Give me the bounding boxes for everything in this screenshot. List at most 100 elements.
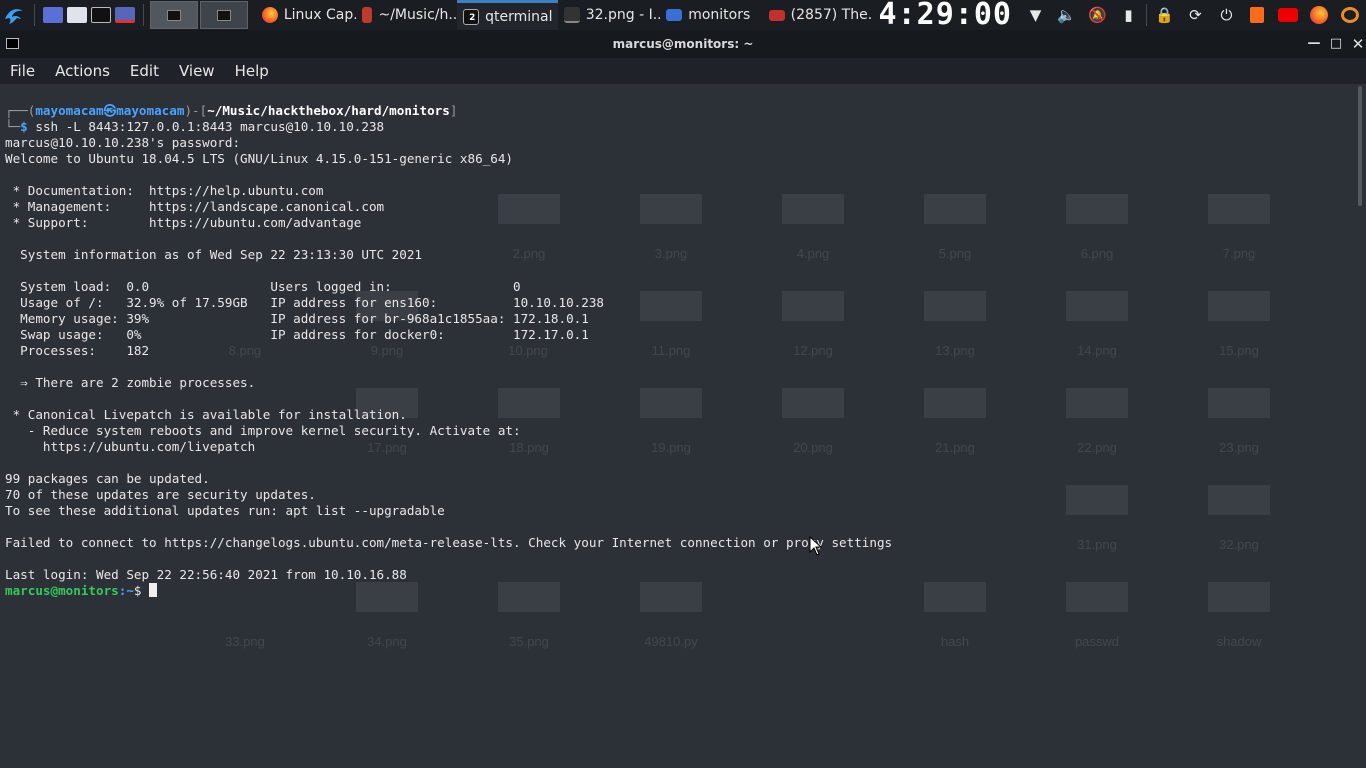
ghost-file-label: 6.png [1080, 246, 1114, 261]
terminal-output-line: Processes: 182 [5, 343, 150, 358]
workspace-1[interactable] [149, 1, 198, 29]
terminal-output-line: To see these additional updates run: apt… [5, 503, 445, 518]
power-icon[interactable]: ⏻ [1211, 0, 1242, 30]
task-image-viewer[interactable]: 32.png - I... [558, 0, 660, 30]
terminal-output-line: Memory usage: 39% IP address for br-968a… [5, 311, 589, 326]
prompt-user: mayomacam [35, 103, 104, 118]
image-viewer-icon [563, 7, 580, 23]
task-file-manager[interactable]: monitors [660, 0, 762, 30]
ghost-file-thumbnail [1208, 485, 1270, 515]
menu-edit[interactable]: Edit [120, 62, 169, 80]
ghost-file-thumbnail [1066, 194, 1128, 224]
task-label: Linux Cap... [283, 7, 357, 23]
terminal-output-line: 70 of these updates are security updates… [5, 487, 316, 502]
workspace-2[interactable] [199, 1, 248, 29]
terminal-output-line: Welcome to Ubuntu 18.04.5 LTS (GNU/Linux… [5, 151, 513, 166]
task-label: 32.png - I... [585, 7, 661, 23]
ghost-file-label: 22.png [1077, 440, 1117, 455]
task-label: (2857) The... [790, 7, 873, 23]
ghost-file-label: 33.png [225, 634, 265, 649]
terminal-output-line: System load: 0.0 Users logged in: 0 [5, 279, 521, 294]
ghost-file-label: 14.png [1077, 343, 1117, 358]
prompt-at-symbol: ㉿ [103, 103, 117, 118]
lock-icon[interactable]: 🔒 [1149, 0, 1180, 30]
burpsuite-icon[interactable] [1242, 0, 1273, 30]
screen-recorder-icon[interactable] [113, 0, 137, 30]
terminal-output: ┌──(mayomacam㉿mayomacam)-[~/Music/hackth… [5, 103, 892, 599]
minimize-button[interactable]: — [1304, 34, 1324, 54]
terminal-output-line [5, 231, 892, 247]
menu-help[interactable]: Help [225, 62, 279, 80]
terminal-output-line: * Documentation: https://help.ubuntu.com [5, 183, 324, 198]
panel-clock[interactable]: 4:29:00 [879, 0, 1012, 30]
menu-file[interactable]: File [0, 62, 45, 80]
terminal-output-line: Usage of /: 32.9% of 17.59GB IP address … [5, 295, 604, 310]
terminal-output-line: Last login: Wed Sep 22 22:56:40 2021 fro… [5, 567, 407, 582]
terminal-scrollbar[interactable] [1358, 86, 1362, 206]
maximize-button[interactable]: □ [1326, 34, 1346, 54]
task-firefox[interactable]: Linux Cap... [256, 0, 357, 30]
ghost-file-thumbnail [1208, 582, 1270, 612]
ghost-file-thumbnail [924, 582, 986, 612]
wifi-icon[interactable]: ▼ [1020, 0, 1051, 30]
task-qterminal[interactable]: 2 qterminal [457, 0, 558, 30]
menu-view[interactable]: View [169, 62, 225, 80]
text-cursor [149, 583, 158, 597]
terminal-area[interactable]: 2.png 3.png 4.png 5.png 6.png 7.png 9.png 11.pn… [0, 84, 1366, 768]
kali-menu-icon[interactable] [0, 0, 28, 30]
window-titlebar[interactable]: marcus@monitors: ~ — □ ✕ [0, 30, 1366, 58]
ghost-file-label: 31.png [1077, 537, 1117, 552]
notifications-muted-icon[interactable]: 🔕 [1082, 0, 1113, 30]
terminal-output-line: marcus@10.10.10.238's password: [5, 135, 241, 150]
terminal-output-line: * Canonical Livepatch is available for i… [5, 407, 407, 422]
folder-icon [666, 9, 683, 21]
ghost-file-thumbnail [924, 194, 986, 224]
terminal-output-line: System information as of Wed Sep 22 23:1… [5, 247, 423, 262]
terminal-output-line [5, 455, 892, 471]
terminal-output-line: * Support: https://ubuntu.com/advantage [5, 215, 362, 230]
terminal-launcher-icon[interactable] [89, 0, 113, 30]
ghost-file-label: 15.png [1219, 343, 1259, 358]
refresh-icon[interactable]: ⟳ [1180, 0, 1211, 30]
ghost-file-label: 23.png [1219, 440, 1259, 455]
terminal-output-line: Swap usage: 0% IP address for docker0: 1… [5, 327, 589, 342]
menu-actions[interactable]: Actions [45, 62, 120, 80]
prompt-line-2: └─$ ssh -L 8443:127.0.0.1:8443 marcus@10… [5, 119, 385, 134]
volume-icon[interactable]: 🔈 [1051, 0, 1082, 30]
text-editor-icon [362, 7, 373, 23]
prompt-path: ~/Music/hackthebox/hard/monitors [207, 103, 450, 118]
ghost-file-thumbnail [924, 388, 986, 418]
task-label: monitors [688, 7, 751, 23]
terminal-output-line: ⇒ There are 2 zombie processes. [5, 375, 256, 390]
ghost-file-label: passwd [1074, 634, 1120, 649]
youtube-tray-icon[interactable] [1273, 0, 1304, 30]
window-title: marcus@monitors: ~ [612, 37, 754, 51]
mouse-pointer-icon [809, 536, 823, 556]
terminal-output-line: 99 packages can be updated. [5, 471, 210, 486]
file-manager-icon[interactable] [65, 0, 89, 30]
terminal-output-line [5, 359, 892, 375]
ghost-file-thumbnail [1208, 388, 1270, 418]
terminal-output-line: Failed to connect to https://changelogs.… [5, 535, 893, 550]
ghost-file-label: 5.png [938, 246, 972, 261]
terminal-output-line [5, 551, 892, 567]
task-text-editor[interactable]: ~/Music/h... [356, 0, 457, 30]
blender-icon[interactable] [1335, 0, 1366, 30]
typed-command: ssh -L 8443:127.0.0.1:8443 marcus@10.10.… [35, 119, 385, 134]
terminal-output-line [5, 391, 892, 407]
battery-icon[interactable]: ▮ [1113, 0, 1144, 30]
close-button[interactable]: ✕ [1348, 34, 1366, 54]
prompt-host: mayomacam [116, 103, 185, 118]
final-prompt-symbol: $ [133, 583, 142, 598]
panel-separator [1145, 4, 1147, 26]
task-youtube[interactable]: (2857) The... [763, 0, 873, 30]
ghost-file-thumbnail [1066, 388, 1128, 418]
task-badge: 2 [469, 12, 476, 23]
ghost-file-thumbnail [1208, 291, 1270, 321]
ghost-file-label: 32.png [1219, 537, 1259, 552]
terminal-icon: 2 [463, 8, 480, 25]
panel-separator [33, 4, 35, 26]
task-label: qterminal [485, 8, 553, 25]
show-desktop-icon[interactable] [41, 0, 65, 30]
firefox-tray-icon[interactable] [1304, 0, 1335, 30]
